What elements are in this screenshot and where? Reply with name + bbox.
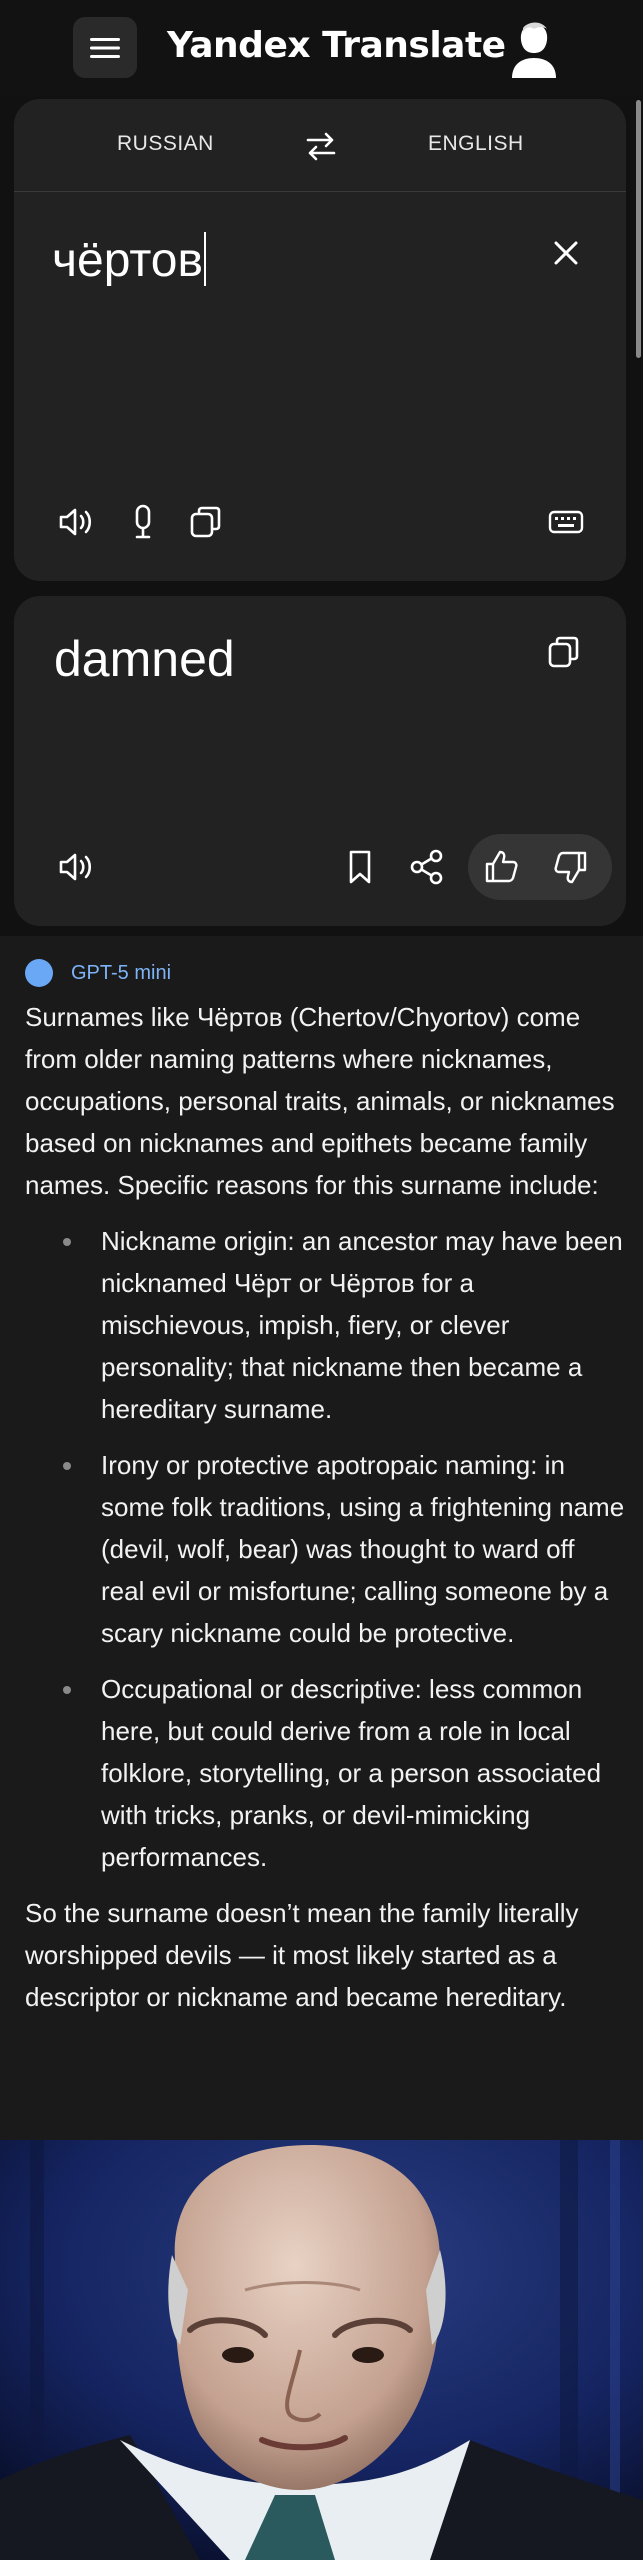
translation-text: damned: [54, 631, 235, 687]
gpt-reasons-list: Nickname origin: an ancestor may have be…: [25, 1220, 625, 1878]
gpt-explanation-panel: GPT-5 mini Surnames like Чёртов (Chertov…: [0, 936, 643, 2140]
copy-source-button[interactable]: [186, 502, 226, 542]
swap-arrows-icon: [306, 132, 336, 161]
swap-languages-button[interactable]: [304, 129, 338, 163]
bald-man-photo: [0, 2140, 643, 2560]
gpt-response-text: Surnames like Чёртов (Chertov/Chyortov) …: [25, 996, 625, 2032]
user-avatar-icon: [512, 22, 556, 78]
hamburger-icon: [90, 37, 120, 58]
gpt-intro: Surnames like Чёртов (Chertov/Chyortov) …: [25, 1002, 615, 1200]
bullet-point: [63, 1238, 71, 1246]
share-button[interactable]: [407, 847, 447, 887]
list-item-text: Occupational or descriptive: less common…: [101, 1674, 602, 1872]
bookmark-button[interactable]: [340, 847, 380, 887]
scrollbar[interactable]: [636, 100, 641, 358]
keyboard-icon: [548, 510, 584, 534]
account-avatar[interactable]: [506, 20, 562, 80]
speaker-icon: [59, 508, 92, 536]
list-item-text: Nickname origin: an ancestor may have be…: [101, 1226, 623, 1424]
source-text-input[interactable]: чёртов: [52, 232, 206, 288]
target-language-button[interactable]: ENGLISH: [428, 132, 524, 156]
language-bar: RUSSIAN ENGLISH: [14, 99, 626, 192]
bullet-point: [63, 1462, 71, 1470]
microphone-icon: [135, 504, 151, 539]
gpt-header: GPT-5 mini: [25, 958, 171, 988]
speaker-icon: [59, 853, 92, 881]
thumbs-down-button[interactable]: [550, 847, 590, 887]
share-icon: [410, 849, 443, 885]
top-bar: Yandex Translate: [0, 0, 643, 95]
menu-button[interactable]: [73, 17, 137, 78]
copy-translation-button[interactable]: [544, 632, 584, 672]
gpt-model-name: GPT-5 mini: [71, 961, 172, 984]
voice-input-button[interactable]: [123, 502, 163, 542]
thumbs-up-button[interactable]: [482, 847, 522, 887]
thumbs-up-icon: [485, 850, 518, 883]
clear-button[interactable]: [548, 235, 584, 271]
listen-source-button[interactable]: [56, 502, 96, 542]
gpt-model-icon: [25, 959, 53, 987]
source-text: чёртов: [52, 234, 203, 287]
rating-pill: [468, 834, 612, 900]
gpt-conclusion: So the surname doesn’t mean the family l…: [25, 1898, 579, 2012]
source-language-button[interactable]: RUSSIAN: [117, 132, 214, 156]
listen-translation-button[interactable]: [56, 847, 96, 887]
text-caret: [203, 232, 206, 286]
list-item: Nickname origin: an ancestor may have be…: [25, 1220, 625, 1430]
reaction-photo: [0, 2140, 643, 2560]
thumbs-down-icon: [554, 851, 587, 884]
bullet-point: [63, 1686, 71, 1694]
keyboard-button[interactable]: [546, 502, 586, 542]
translation-card: damned: [14, 596, 626, 926]
copy-icon: [190, 506, 221, 538]
app-title: Yandex Translate: [167, 25, 506, 66]
source-card: RUSSIAN ENGLISH чёртов: [14, 99, 626, 581]
copy-icon: [548, 636, 579, 668]
close-icon: [554, 241, 578, 265]
list-item-text: Irony or protective apotropaic naming: i…: [101, 1450, 625, 1648]
list-item: Occupational or descriptive: less common…: [25, 1668, 625, 1878]
bookmark-icon: [349, 850, 371, 884]
list-item: Irony or protective apotropaic naming: i…: [25, 1444, 625, 1654]
